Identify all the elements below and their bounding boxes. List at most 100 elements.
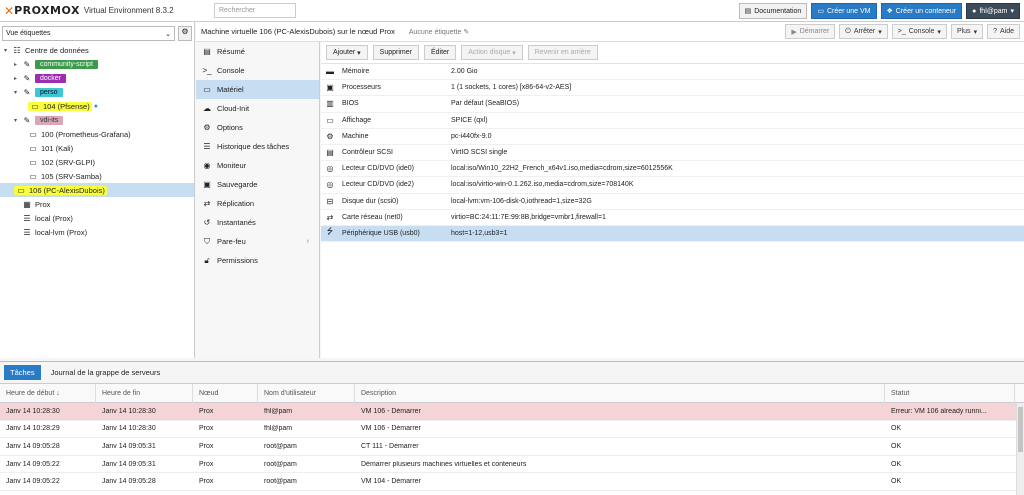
history-icon: ↺ [203,218,211,227]
tag-icon: ✎ [23,87,31,97]
hardware-row-bios[interactable]: ▥ BIOS Par défaut (SeaBIOS) [321,96,1024,113]
hardware-row-processors[interactable]: ▣ Processeurs 1 (1 sockets, 1 cores) [x86-… [321,80,1024,97]
hardware-row-usb[interactable]: ⭍ Périphérique USB (usb0) host=1-12,usb3=1 [321,225,1024,243]
hardware-row-cdrom-ide2[interactable]: ◎ Lecteur CD/DVD (ide2) local:iso/virtio-w… [321,177,1024,194]
hardware-row-display[interactable]: ▭ Affichage SPICE (qxl) [321,113,1024,129]
disk-action-button[interactable]: Action disque ▾ [461,45,523,60]
storage-icon: ☰ [23,213,31,223]
view-select[interactable]: Vue étiquettes ⌄ [2,25,175,41]
tree-item-vm-102[interactable]: ▭ 102 (SRV-GLPI) [0,155,194,169]
shield-icon: ⛉ [204,236,210,246]
hardware-toolbar: Ajouter ▾ Supprimer Éditer Action disque… [321,42,1024,64]
server-icon: ▦ [23,199,31,209]
nav-item-resume[interactable]: ▤ Résumé [196,42,319,61]
table-row[interactable]: Janv 14 10:28:30 Janv 14 10:28:30 Prox fhl@… [0,403,1024,421]
nav-item-options[interactable]: ⚙ Options [196,118,319,137]
tree-item-tag-docker[interactable]: ▸ ✎ docker [0,71,194,85]
exchange-icon: ⇄ [326,212,334,222]
scrollbar-thumb[interactable] [1018,407,1023,452]
table-row[interactable]: Janv 14 10:28:29 Janv 14 10:28:30 Prox fhl@… [0,421,1024,439]
nav-item-monitor[interactable]: ◉ Moniteur [196,156,319,175]
tree-item-tag-perso[interactable]: ▾ ✎ perso [0,85,194,99]
documentation-button[interactable]: ▤ Documentation [738,3,808,19]
help-button[interactable]: ? Aide [987,24,1020,39]
hardware-row-memory[interactable]: ▬ Mémoire 2.00 Gio [321,64,1024,81]
hardware-row-network[interactable]: ⇄ Carte réseau (net0) virtio=BC:24:11:7E:9… [321,210,1024,226]
tree-item-tag-community[interactable]: ▸ ✎ community-script [0,57,194,71]
column-status[interactable]: Statut [885,383,1015,403]
tree-item-vm-100[interactable]: ▭ 100 (Prometheus-Grafana) [0,127,194,141]
pencil-icon[interactable]: ✎ [463,29,469,36]
add-button[interactable]: Ajouter ▾ [326,45,368,60]
table-row[interactable]: Janv 14 09:05:22 Janv 14 09:05:31 Prox root… [0,456,1024,474]
revert-button[interactable]: Revenir en arrière [527,45,598,60]
nav-item-snapshots[interactable]: ↺ Instantanés [196,213,319,232]
tags-label[interactable]: Aucune étiquette ✎ [409,28,469,36]
column-node[interactable]: Nœud [193,383,258,403]
vm-icon: ▭ [29,171,37,181]
nav-item-permissions[interactable]: 🔓︎ Permissions [196,251,319,270]
version-label: Virtual Environment 8.3.2 [83,6,174,15]
create-container-button[interactable]: ❖ Créer un conteneur [880,3,963,19]
hardware-row-scsi-controller[interactable]: ▤ Contrôleur SCSI VirtIO SCSI single [321,145,1024,162]
status-dot-icon: ● [93,102,98,110]
vm-running-icon: ▭ [17,185,25,195]
tree-item-vm-104[interactable]: ▭ 104 (Pfsense) ● [0,99,194,113]
column-user[interactable]: Nom d'utilisateur [258,383,355,403]
expand-arrow-icon: ▸ [14,75,18,82]
nav-item-console[interactable]: >_ Console [196,61,319,80]
start-button[interactable]: ▶ Démarrer [785,24,836,39]
hardware-row-cdrom-ide0[interactable]: ◎ Lecteur CD/DVD (ide0) local:iso/Win10_22… [321,161,1024,178]
hardware-row-machine[interactable]: ⚙ Machine pc-i440fx-9.0 [321,129,1024,145]
nav-item-cloud-init[interactable]: ☁ Cloud-Init [196,99,319,118]
tree-item-storage-local-lvm[interactable]: ☰ local-lvm (Prox) [0,225,194,239]
column-description[interactable]: Description [355,383,885,403]
more-button[interactable]: Plus ▾ [950,24,984,39]
tree-item-datacenter[interactable]: ▾ ☷ Centre de données [0,43,194,57]
create-vm-button[interactable]: ▭ Créer une VM [811,3,877,19]
tree-item-vm-106[interactable]: ▭ 106 (PC-AlexisDubois) [0,183,194,197]
column-start-time[interactable]: Heure de début ↓ [0,383,96,403]
tree-item-vm-105[interactable]: ▭ 105 (SRV-Samba) [0,169,194,183]
remove-button[interactable]: Supprimer [372,45,419,60]
tab-cluster-log[interactable]: Journal de la grappe de serveurs [45,365,167,380]
datacenter-icon: ☷ [13,45,21,55]
nav-item-backup[interactable]: ▣ Sauvegarde [196,175,319,194]
hdd-icon: ⊟ [326,196,334,206]
column-end-time[interactable]: Heure de fin [96,383,193,403]
hardware-list: ▬ Mémoire 2.00 Gio ▣ Processeurs 1 (1 socket… [321,64,1024,243]
nav-item-replication[interactable]: ⇄ Réplication [196,194,319,213]
hardware-row-hard-disk[interactable]: ⊟ Disque dur (scsi0) local-lvm:vm-106-disk… [321,194,1024,210]
console-button[interactable]: >_ Console ▾ [891,24,947,39]
tree-item-node-prox[interactable]: ▦ Prox [0,197,194,211]
cdrom-icon: ◎ [326,180,334,190]
nav-item-hardware[interactable]: ▭ Matériel [196,80,319,99]
cdrom-icon: ◎ [326,164,334,174]
vm-header: Machine virtuelle 106 (PC-AlexisDubois) … [196,22,1024,42]
search-input[interactable]: Rechercher [214,3,296,18]
tab-tasks[interactable]: Tâches [4,365,41,380]
stop-button[interactable]: ⏻ Arrêter ▾ [839,24,888,39]
book-icon: ▤ [744,8,752,15]
task-scrollbar[interactable] [1016,403,1024,495]
tree-item-tag-vdi[interactable]: ▾ ✎ vdi-its [0,113,194,127]
gear-icon[interactable]: ⚙ [178,25,192,41]
tree-item-storage-local[interactable]: ☰ local (Prox) [0,211,194,225]
vm-nav-menu: ▤ Résumé >_ Console ▭ Matériel ☁ Cloud-Init … [196,42,320,358]
proxmox-logo: ✕ PROXMOX Virtual Environment 8.3.2 [0,4,174,18]
gear-icon: ⚙ [203,123,211,132]
tree-item-vm-101[interactable]: ▭ 101 (Kali) [0,141,194,155]
table-row[interactable]: Janv 14 09:05:28 Janv 14 09:05:31 Prox root… [0,438,1024,456]
edit-button[interactable]: Éditer [423,45,457,60]
chevron-down-icon: ▾ [973,28,978,36]
chevron-right-icon: › [306,238,309,245]
collapse-arrow-icon: ▾ [14,117,18,124]
nav-item-task-history[interactable]: ☰ Historique des tâches [196,137,319,156]
page-title: Machine virtuelle 106 (PC-AlexisDubois) … [201,27,395,36]
user-icon: ● [972,7,977,15]
tag-icon: ✎ [23,59,31,69]
nav-item-firewall[interactable]: ⛉ Pare-feu › [196,232,319,251]
table-row[interactable]: Janv 14 09:05:22 Janv 14 09:05:28 Prox root… [0,473,1024,491]
chevron-down-icon: ⌄ [165,30,171,38]
user-menu-button[interactable]: ● fhl@pam ▾ [966,3,1020,19]
